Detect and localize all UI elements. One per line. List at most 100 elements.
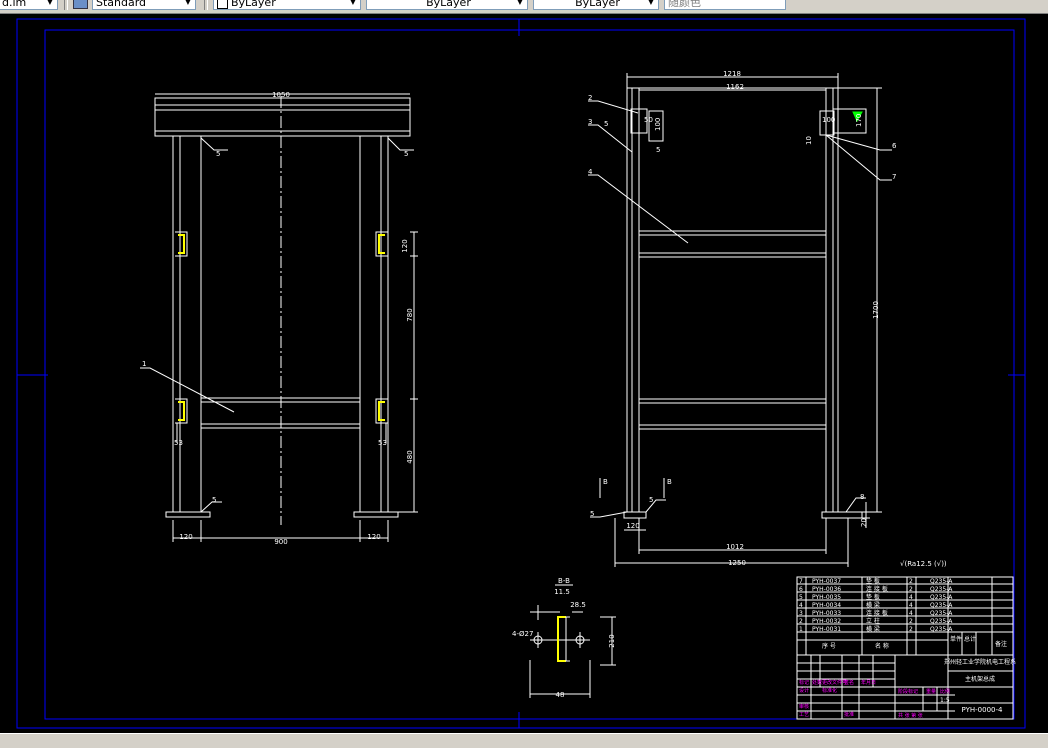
weld-symbol-text: 5 <box>649 496 653 504</box>
dim-text: 900 <box>274 538 287 546</box>
bom-cell-no: 1 <box>799 626 803 633</box>
roughness-note: √(Ra12.5 (√)) <box>900 560 947 568</box>
callout-number: 2 <box>588 94 592 102</box>
chevron-down-icon: ▼ <box>647 0 655 6</box>
bom-cell-no: 7 <box>799 578 803 585</box>
callout-number: 5 <box>590 510 594 518</box>
dim-text: 100 <box>822 116 835 124</box>
bom-header-name: 名 称 <box>875 642 889 650</box>
dim-text: 1700 <box>872 301 880 319</box>
text-style-value: Standard <box>96 0 147 9</box>
bom-cell-no: 6 <box>799 586 803 593</box>
dim-text: 1162 <box>726 83 744 91</box>
dim-text: 48 <box>556 691 565 699</box>
bom-table: 7 PYH-0037 垫 板 2 Q235-A 6 PYH-0036 连 接 板 2 Q235-A… <box>799 577 953 633</box>
canvas-background <box>0 14 1048 733</box>
bom-cell-name: 横 梁 <box>866 625 880 633</box>
bom-cell-no: 4 <box>799 602 803 609</box>
dim-text: 28.5 <box>570 601 586 609</box>
dim-text: 1050 <box>272 91 290 99</box>
bom-cell-code: PYH-0034 <box>812 602 841 609</box>
dim-text: 53 <box>378 439 387 447</box>
dim-text: 780 <box>406 308 414 321</box>
chevron-down-icon: ▼ <box>516 0 524 6</box>
bom-header-unit: 单件 <box>950 635 962 643</box>
bom-cell-mat: Q235-A <box>930 578 953 585</box>
section-title: B-B <box>558 577 570 585</box>
dim-text: 11.5 <box>554 588 570 596</box>
status-strip <box>0 733 1048 748</box>
dim-text: 1250 <box>728 559 746 567</box>
bom-header-total: 总计 <box>964 635 976 643</box>
bom-cell-mat: Q235-A <box>930 626 953 633</box>
bom-cell-qty: 4 <box>909 594 913 601</box>
dim-text: 480 <box>406 450 414 463</box>
bom-cell-mat: Q235-A <box>930 618 953 625</box>
bom-cell-no: 3 <box>799 610 803 617</box>
bom-cell-qty: 2 <box>909 618 913 625</box>
bom-header-note: 备注 <box>995 640 1007 648</box>
dim-text: 50 <box>644 116 653 124</box>
weld-symbol-text: 5 <box>212 496 216 504</box>
plot-style-dropdown[interactable]: 随颜色 <box>664 0 786 10</box>
dim-text: 10 <box>805 136 813 145</box>
bom-cell-no: 2 <box>799 618 803 625</box>
toolbar-separator <box>64 0 68 10</box>
bom-cell-mat: Q235-A <box>930 586 953 593</box>
dim-text: 20 <box>860 518 868 527</box>
dim-text: 4-Ø27 <box>512 630 533 638</box>
bom-cell-name: 垫 板 <box>866 577 880 585</box>
text-style-icon[interactable] <box>73 0 88 9</box>
section-mark: B <box>603 478 608 486</box>
title-block-label: 重量 <box>926 688 936 695</box>
bom-cell-code: PYH-0036 <box>812 586 841 593</box>
bom-cell-name: 横 梁 <box>866 601 880 609</box>
bom-cell-name: 连 接 板 <box>866 609 888 617</box>
chevron-down-icon: ▼ <box>349 0 357 6</box>
bom-cell-qty: 2 <box>909 626 913 633</box>
title-block-label: 比例 <box>940 688 950 695</box>
weld-symbol-text: 5 <box>656 146 660 154</box>
title-block-label: 标记 <box>799 679 809 686</box>
dim-text: 120 <box>179 533 192 541</box>
bom-cell-qty: 4 <box>909 602 913 609</box>
lineweight-dropdown[interactable]: ByLayer ▼ <box>533 0 659 10</box>
text-style-dropdown[interactable]: Standard ▼ <box>92 0 196 10</box>
color-dropdown[interactable]: ByLayer ▼ <box>213 0 361 10</box>
company-name: 郑州轻工业学院机电工程系 <box>944 658 1016 666</box>
title-block-label: 共 张 第 张 <box>898 712 923 719</box>
bom-cell-qty: 2 <box>909 586 913 593</box>
dim-text: 120 <box>626 522 639 530</box>
dim-text: 100 <box>654 118 662 131</box>
callout-number: 4 <box>588 168 593 176</box>
dim-text: 210 <box>608 634 616 647</box>
layer-dropdown[interactable]: d.im ▼ <box>0 0 58 10</box>
scale-value: 1:5 <box>940 697 950 704</box>
bom-cell-mat: Q235-A <box>930 610 953 617</box>
title-block-label: 标准化 <box>822 687 837 694</box>
layer-dropdown-value: d.im <box>2 0 27 9</box>
color-dropdown-value: ByLayer <box>231 0 276 9</box>
toolbar-separator <box>204 0 208 10</box>
drawing-number: PYH-0000-4 <box>962 706 1003 714</box>
dim-text: 170 <box>855 114 863 127</box>
bom-cell-qty: 2 <box>909 578 913 585</box>
title-block-label: 设计 <box>799 687 809 694</box>
title-block-label: 处数 <box>812 679 822 686</box>
color-swatch-icon <box>217 0 228 9</box>
weld-symbol-text: 5 <box>216 150 220 158</box>
bom-cell-mat: Q235-A <box>930 602 953 609</box>
dim-text: 120 <box>401 239 409 252</box>
weld-symbol-text: 5 <box>604 120 608 128</box>
title-block-label: 阶段标记 <box>898 688 918 695</box>
lineweight-dropdown-value: ByLayer <box>575 0 620 9</box>
dim-text: 53 <box>174 439 183 447</box>
drawing-canvas[interactable]: 1050 5 5 120 780 480 53 53 120 900 120 5… <box>0 14 1048 733</box>
chevron-down-icon: ▼ <box>46 0 54 6</box>
drawing-name: 主机架总成 <box>965 675 995 683</box>
linetype-dropdown-value: ByLayer <box>426 0 471 9</box>
dim-text: 120 <box>367 533 380 541</box>
linetype-dropdown[interactable]: ByLayer ▼ <box>366 0 528 10</box>
chevron-down-icon: ▼ <box>184 0 192 6</box>
properties-toolbar: d.im ▼ Standard ▼ ByLayer ▼ ByLayer ▼ By… <box>0 0 1048 14</box>
